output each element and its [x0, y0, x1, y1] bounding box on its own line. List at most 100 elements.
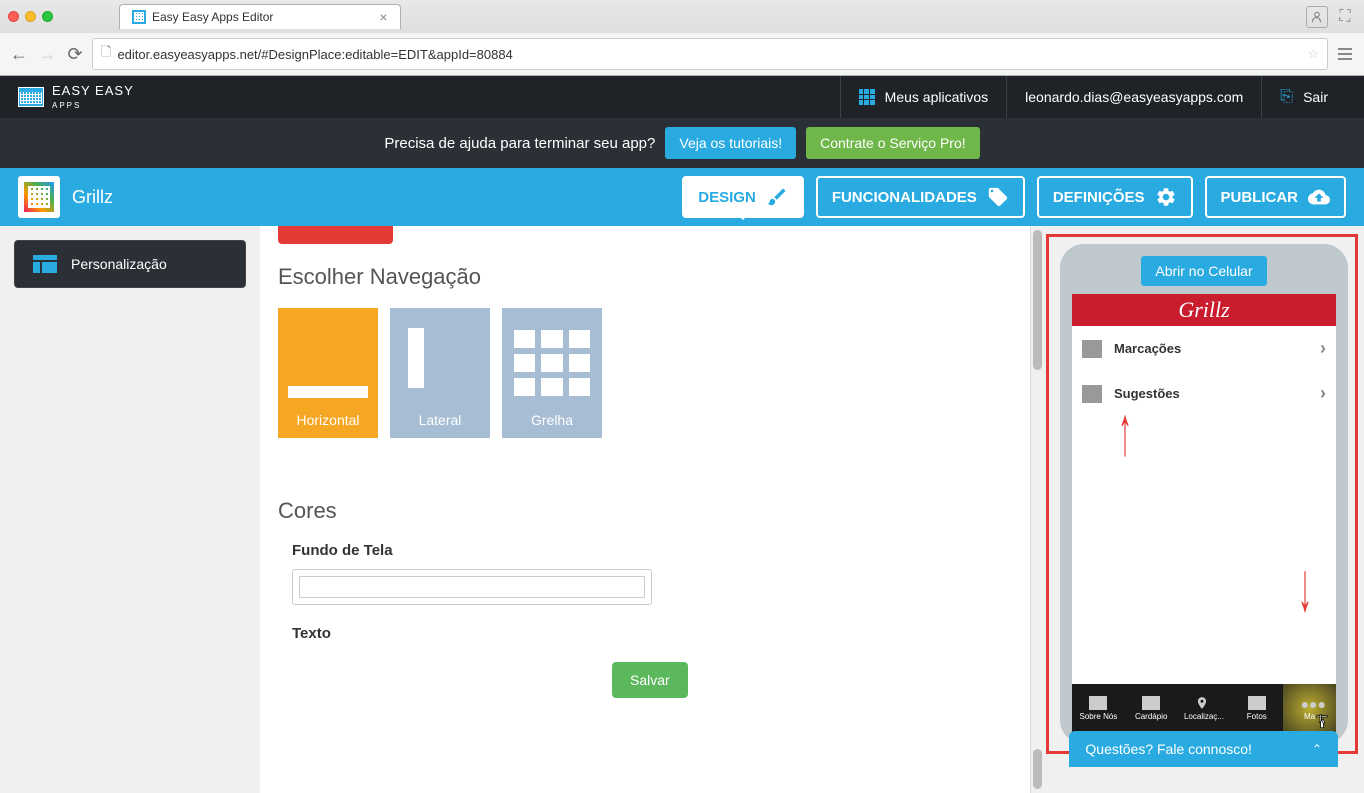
logo[interactable]: EASY EASY APPS	[18, 84, 134, 110]
phone-tab-photos[interactable]: Fotos	[1230, 684, 1283, 732]
pin-icon	[1195, 696, 1213, 710]
sidebar-item-personalization[interactable]: Personalização	[14, 240, 246, 288]
forward-button[interactable]: →	[36, 43, 58, 65]
tab-publish[interactable]: PUBLICAR	[1205, 176, 1347, 218]
colors-title: Cores	[278, 498, 1000, 524]
text-label: Texto	[292, 625, 1000, 642]
nav-option-lateral[interactable]: Lateral	[390, 308, 490, 438]
sidebar-label: Personalização	[71, 256, 167, 272]
phone-tab-label: Cardápio	[1135, 712, 1167, 721]
cloud-upload-icon	[1308, 186, 1330, 208]
cursor-icon	[1314, 713, 1330, 732]
nav-option-horizontal[interactable]: Horizontal	[278, 308, 378, 438]
user-email[interactable]: leonardo.dias@easyeasyapps.com	[1006, 76, 1261, 118]
red-element	[278, 226, 393, 244]
choose-nav-title: Escolher Navegação	[278, 264, 1000, 290]
help-bar: Precisa de ajuda para terminar seu app? …	[0, 118, 1364, 168]
phone-list-item-sugestoes[interactable]: Sugestões ›	[1072, 371, 1336, 416]
favicon-icon	[132, 10, 146, 24]
mail-icon	[1082, 385, 1102, 403]
tab-title: Easy Easy Apps Editor	[152, 10, 273, 24]
user-email-text: leonardo.dias@easyeasyapps.com	[1025, 89, 1243, 105]
annotation-arrow-down	[1298, 572, 1312, 604]
phone-tab-label: Sobre Nós	[1080, 712, 1118, 721]
background-label: Fundo de Tela	[292, 542, 1000, 559]
logout-label: Sair	[1303, 89, 1328, 105]
phone-frame: Abrir no Celular Grillz Marcações › Suge…	[1060, 244, 1348, 744]
scrollbar[interactable]	[1030, 226, 1044, 793]
chevron-up-icon: ⌃	[1312, 742, 1322, 756]
bookmark-icon[interactable]: ☆	[1307, 46, 1319, 62]
my-apps-link[interactable]: Meus aplicativos	[840, 76, 1007, 118]
browser-chrome: Easy Easy Apps Editor × ⛶ ← → ⟳ 🗋 editor…	[0, 0, 1364, 76]
logo-icon	[18, 87, 44, 107]
window-min-icon[interactable]	[25, 11, 36, 22]
window-close-icon[interactable]	[8, 11, 19, 22]
logout-link[interactable]: ⎘ Sair	[1261, 76, 1346, 118]
my-apps-label: Meus aplicativos	[885, 89, 989, 105]
phone-app-title: Grillz	[1072, 294, 1336, 326]
tab-publish-label: PUBLICAR	[1221, 189, 1299, 206]
scroll-thumb[interactable]	[1033, 230, 1042, 370]
tab-settings-label: DEFINIÇÕES	[1053, 189, 1145, 206]
tutorials-button[interactable]: Veja os tutoriais!	[665, 127, 796, 159]
phone-body: Marcações › Sugestões ›	[1072, 326, 1336, 684]
tag-icon	[987, 186, 1009, 208]
pro-service-button[interactable]: Contrate o Serviço Pro!	[806, 127, 980, 159]
phone-tab-more[interactable]: ●●● Ma	[1283, 684, 1336, 732]
phone-tabbar: Sobre Nós Cardápio Localizaç... Fotos	[1072, 684, 1336, 732]
layout-icon	[33, 255, 57, 273]
browser-menu-icon[interactable]	[1334, 43, 1356, 65]
app-icon[interactable]	[18, 176, 60, 218]
content-area: Escolher Navegação Horizontal Lateral Gr…	[260, 226, 1030, 793]
tab-design[interactable]: DESIGN	[682, 176, 804, 218]
chat-widget[interactable]: Questões? Fale connosco! ⌃	[1069, 731, 1338, 767]
open-icon	[1089, 696, 1107, 710]
logo-line2: APPS	[52, 101, 81, 110]
tab-features-label: FUNCIONALIDADES	[832, 189, 977, 206]
chevron-right-icon: ›	[1320, 383, 1326, 404]
calendar-icon	[1082, 340, 1102, 358]
phone-tab-location[interactable]: Localizaç...	[1178, 684, 1231, 732]
phone-tab-label: Localizaç...	[1184, 712, 1224, 721]
reload-button[interactable]: ⟳	[64, 43, 86, 65]
phone-tab-about[interactable]: Sobre Nós	[1072, 684, 1125, 732]
gear-icon	[1155, 186, 1177, 208]
phone-preview-panel: Abrir no Celular Grillz Marcações › Suge…	[1044, 226, 1364, 793]
phone-tab-menu[interactable]: Cardápio	[1125, 684, 1178, 732]
url-text: editor.easyeasyapps.net/#DesignPlace:edi…	[117, 47, 512, 62]
tab-settings[interactable]: DEFINIÇÕES	[1037, 176, 1193, 218]
background-color-input[interactable]	[292, 569, 652, 605]
tab-design-label: DESIGN	[698, 189, 756, 206]
tab-close-icon[interactable]: ×	[379, 9, 387, 25]
open-mobile-button[interactable]: Abrir no Celular	[1141, 256, 1266, 286]
window-max-icon[interactable]	[42, 11, 53, 22]
exit-icon: ⎘	[1280, 88, 1293, 106]
app-name: Grillz	[72, 187, 113, 208]
sidebar: Personalização	[0, 226, 260, 793]
help-text: Precisa de ajuda para terminar seu app?	[384, 135, 655, 152]
brush-icon	[766, 186, 788, 208]
browser-tab[interactable]: Easy Easy Apps Editor ×	[119, 4, 401, 29]
book-icon	[1142, 696, 1160, 710]
main-nav: Grillz DESIGN FUNCIONALIDADES DEFINIÇÕES…	[0, 168, 1364, 226]
apps-grid-icon	[859, 89, 875, 105]
app-header: EASY EASY APPS Meus aplicativos leonardo…	[0, 76, 1364, 118]
logo-line1: EASY EASY	[52, 84, 134, 97]
nav-option-label: Horizontal	[296, 412, 359, 428]
save-button[interactable]: Salvar	[612, 662, 688, 698]
list-label: Marcações	[1114, 341, 1181, 356]
nav-option-label: Grelha	[531, 412, 573, 428]
url-bar[interactable]: 🗋 editor.easyeasyapps.net/#DesignPlace:e…	[92, 38, 1328, 70]
scroll-thumb[interactable]	[1033, 749, 1042, 789]
nav-option-label: Lateral	[419, 412, 462, 428]
back-button[interactable]: ←	[8, 43, 30, 65]
phone-list-item-marcacoes[interactable]: Marcações ›	[1072, 326, 1336, 371]
chat-label: Questões? Fale connosco!	[1085, 741, 1252, 757]
nav-option-grelha[interactable]: Grelha	[502, 308, 602, 438]
page-icon: 🗋	[101, 43, 111, 65]
chevron-right-icon: ›	[1320, 338, 1326, 359]
tab-features[interactable]: FUNCIONALIDADES	[816, 176, 1025, 218]
browser-user-icon[interactable]	[1306, 6, 1328, 28]
browser-expand-icon[interactable]: ⛶	[1334, 6, 1356, 28]
